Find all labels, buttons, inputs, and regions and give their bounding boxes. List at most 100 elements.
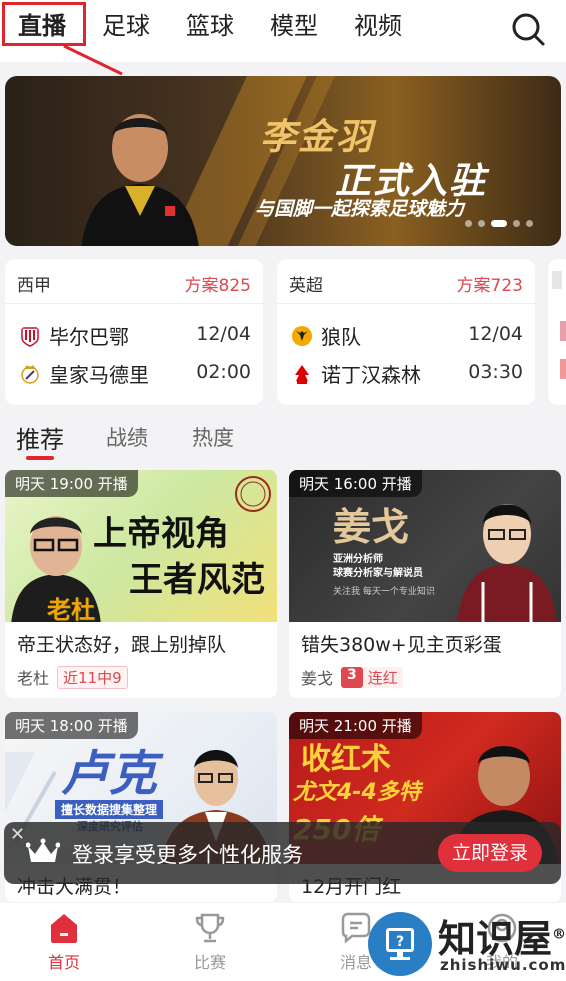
tab-model[interactable]: 模型 [270,10,318,42]
content-tabs: 推荐 战绩 热度 [0,418,566,462]
thumb-subline: 亚洲分析师 [333,554,383,565]
tab-football[interactable]: 足球 [102,10,150,42]
streak-count: 3 [341,666,363,688]
divider [5,303,263,304]
nav-home[interactable]: 首页 [24,911,104,973]
start-time-badge: 明天 16:00 开播 [289,470,422,497]
partial-logo-icon [560,359,566,379]
carousel-dot-active[interactable] [491,220,507,227]
thumb-headline: 姜戈 [333,504,410,549]
real-madrid-logo-icon [21,364,39,384]
close-icon[interactable]: ✕ [10,824,25,845]
coach-photo [81,114,199,246]
tab-video[interactable]: 视频 [354,10,402,42]
watermark-title: 知识屋® [438,908,566,963]
stream-title: 错失380w+见主页彩蛋 [301,634,502,656]
athletic-bilbao-logo-icon [21,326,39,347]
start-time-badge: 明天 21:00 开播 [289,712,422,739]
stream-meta: 老杜 近11中9 [5,657,277,689]
stream-thumbnail: 姜戈 亚洲分析师 球赛分析家与解说员 关注我 每天一个专业知识 明天 16:00… [289,470,561,622]
nav-matches[interactable]: 比赛 [170,911,250,973]
tab-recommend[interactable]: 推荐 [16,420,64,455]
home-icon [51,914,77,943]
start-time-badge: 明天 18:00 开播 [5,712,138,739]
host-photo [457,504,557,622]
match-card-partial[interactable] [548,259,566,405]
stream-title: 帝王状态好，跟上别掉队 [17,634,227,656]
match-date: 12/04 [468,323,523,345]
wolves-logo-icon [292,325,312,346]
stream-card[interactable]: 上帝视角 王者风范 老杜 明天 19:00 开播 帝王状态好，跟上别掉队 老杜 … [5,470,277,698]
nav-label: 比赛 [193,953,226,972]
tab-record[interactable]: 战绩 [106,422,148,452]
league-name: 西甲 [17,276,51,296]
partial-logo-icon [560,321,566,341]
thumb-headline: 上帝视角 [93,514,229,554]
team-name: 诺丁汉森林 [321,363,421,387]
thumb-subline: 擅长数据搜集整理 [55,800,164,819]
thumb-subline: 关注我 每天一个专业知识 [333,587,435,597]
record-tag: 近11中9 [57,665,128,689]
highlight-box [2,2,86,46]
streak-label: 连红 [362,666,403,688]
thumb-headline: 收红术 [301,742,391,777]
watermark-url: zhishiwu.com [440,956,566,974]
stream-meta: 姜戈 3 连红 [289,657,561,689]
match-card[interactable]: 英超 方案723 狼队 诺丁汉森林 12/04 03:30 [277,259,535,405]
carousel-dot[interactable] [465,220,472,227]
svg-text:?: ? [396,934,404,950]
author-name: 姜戈 [301,669,334,688]
carousel-indicator [465,220,533,227]
active-tab-underline [26,456,54,460]
banner-subtitle: 与国脚一起探索足球魅力 [255,198,465,220]
login-now-button[interactable]: 立即登录 [438,834,542,872]
thumb-subline: 球赛分析家与解说员 [333,568,423,579]
plan-count: 方案723 [456,276,523,296]
streak-tag: 3 连红 [341,666,403,688]
league-name: 英超 [289,276,323,296]
top-nav: 直播 足球 篮球 模型 视频 [0,0,566,76]
team-name: 狼队 [321,325,361,349]
match-time: 02:00 [196,361,251,383]
divider [277,303,535,304]
stream-thumbnail: 上帝视角 王者风范 老杜 明天 19:00 开播 [5,470,277,622]
highlight-arrow [63,44,123,76]
search-icon[interactable] [510,11,546,47]
author-name: 老杜 [17,669,50,688]
seal-icon [235,476,271,512]
team-name: 皇家马德里 [49,363,149,387]
carousel-dot[interactable] [526,220,533,227]
registered-mark: ® [552,926,566,943]
carousel-dot[interactable] [513,220,520,227]
nottingham-forest-logo-icon [295,364,309,384]
site-watermark: ? 知识屋® zhishiwu.com [368,910,566,978]
away-team: 诺丁汉森林 [291,359,421,388]
tab-basketball[interactable]: 篮球 [186,10,234,42]
question-monitor-icon: ? [386,928,414,960]
home-team: 狼队 [291,321,361,350]
team-name: 毕尔巴鄂 [49,325,129,349]
match-date: 12/04 [196,323,251,345]
thumb-headline: 卢克 [61,746,158,802]
match-card[interactable]: 西甲 方案825 毕尔巴鄂 皇家马德里 12/04 02:00 [5,259,263,405]
start-time-badge: 明天 19:00 开播 [5,470,138,497]
login-prompt-bar: ✕ 登录享受更多个性化服务 立即登录 [4,822,561,884]
tab-heat[interactable]: 热度 [192,422,234,452]
stream-card[interactable]: 姜戈 亚洲分析师 球赛分析家与解说员 关注我 每天一个专业知识 明天 16:00… [289,470,561,698]
thumb-host-name: 老杜 [47,596,95,622]
plan-count: 方案825 [184,276,251,296]
trophy-icon [195,913,225,943]
away-team: 皇家马德里 [19,359,149,388]
thumb-subline: 尤文4-4多特 [293,780,421,805]
login-prompt-text: 登录享受更多个性化服务 [72,843,303,867]
nav-label: 首页 [47,953,80,972]
match-time: 03:30 [468,361,523,383]
promo-banner[interactable]: 李金羽 正式入驻 与国脚一起探索足球魅力 [5,76,561,246]
watermark-logo-icon: ? [368,912,432,976]
home-team: 毕尔巴鄂 [19,321,129,350]
crown-icon [26,838,60,862]
partial-content [552,271,562,289]
thumb-headline: 王者风范 [129,560,265,600]
watermark-title-text: 知识屋 [438,916,553,961]
carousel-dot[interactable] [478,220,485,227]
